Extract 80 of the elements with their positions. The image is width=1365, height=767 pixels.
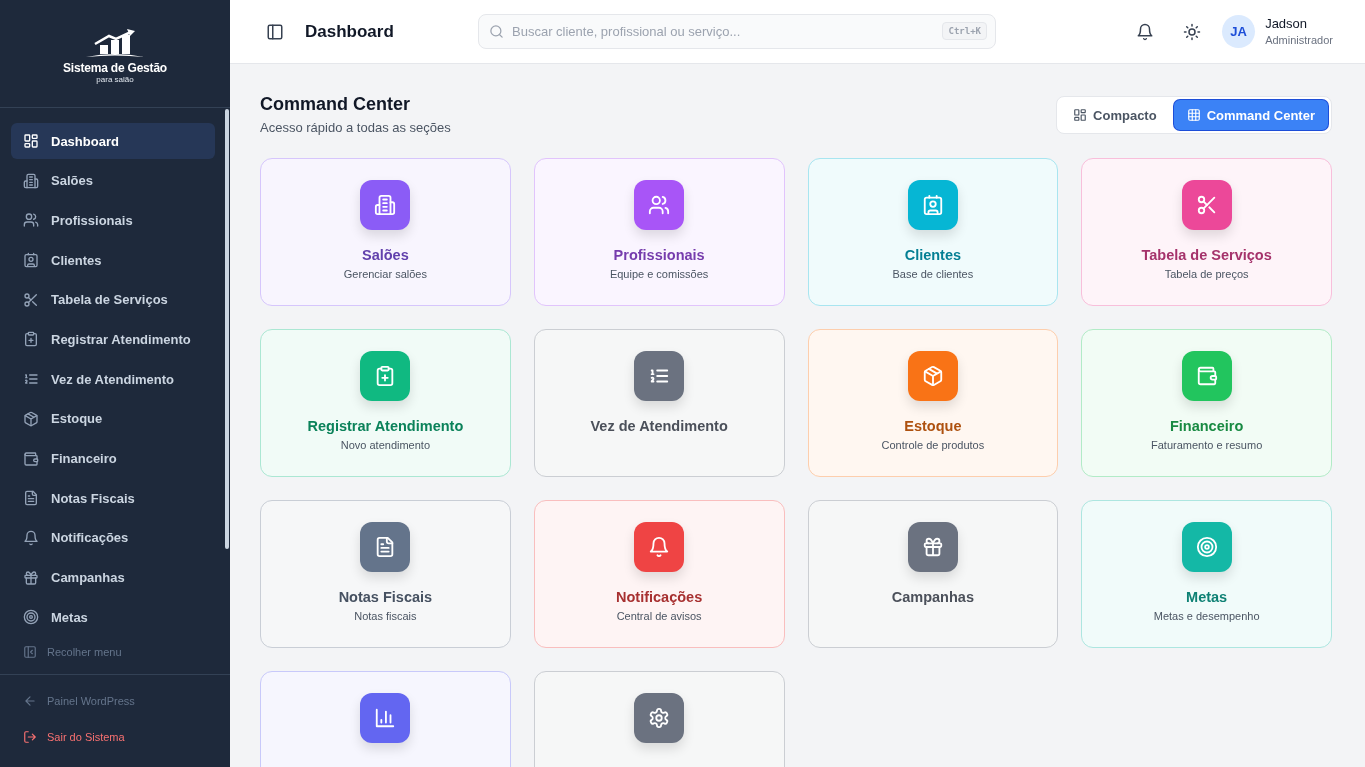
user-avatar[interactable]: JA xyxy=(1222,15,1256,48)
card-title: Vez de Atendimento xyxy=(590,418,728,434)
grid-icon xyxy=(1186,108,1201,122)
notifications-button[interactable] xyxy=(1136,22,1155,41)
wallet-icon xyxy=(23,450,39,467)
sidebar-item[interactable]: Metas xyxy=(11,599,215,636)
collapse-panel-icon xyxy=(23,645,37,660)
sidebar-item[interactable]: Vez de Atendimento xyxy=(11,361,215,398)
sidebar-item[interactable]: Campanhas xyxy=(11,559,215,596)
keyboard-shortcut: Ctrl+K xyxy=(942,22,987,40)
card-subtitle: Central de avisos xyxy=(616,610,702,622)
card-subtitle: Tabela de preços xyxy=(1164,268,1249,280)
theme-toggle-button[interactable] xyxy=(1183,22,1202,41)
page-title: Dashboard xyxy=(305,21,395,42)
logout-link[interactable]: Sair do Sistema xyxy=(23,726,230,749)
target-icon xyxy=(23,609,39,626)
card-title: Profissionais xyxy=(613,247,705,263)
view-toggle-tab[interactable]: Compacto xyxy=(1060,100,1170,130)
card-title: Notas Fiscais xyxy=(338,589,433,605)
app-subtitle: para salão xyxy=(96,75,134,84)
clipboard-plus-icon xyxy=(23,331,39,348)
sidebar-item[interactable]: Notas Fiscais xyxy=(11,480,215,517)
card-title: Campanhas xyxy=(891,589,974,605)
card-title: Tabela de Serviços xyxy=(1141,247,1272,263)
section-card[interactable]: Profissionais Equipe e comissões xyxy=(533,158,785,306)
sidebar-item[interactable]: Profissionais xyxy=(11,202,215,239)
section-card[interactable]: Clientes Base de clientes xyxy=(807,158,1059,306)
logout-icon xyxy=(23,730,37,745)
view-toggle-tab[interactable]: Command Center xyxy=(1173,100,1328,130)
section-card[interactable]: Metas Metas e desempenho xyxy=(1081,500,1332,648)
sidebar-item[interactable]: Estoque xyxy=(11,400,215,437)
card-subtitle: Controle de produtos xyxy=(881,439,985,451)
card-title: Notificações xyxy=(616,589,703,605)
section-card[interactable]: Notas Fiscais Notas fiscais xyxy=(260,500,511,648)
user-role: Administrador xyxy=(1265,32,1333,48)
building-icon xyxy=(23,172,39,189)
section-title: Command Center xyxy=(260,94,412,115)
card-title: Registrar Atendimento xyxy=(307,418,464,434)
card-subtitle: Novo atendimento xyxy=(340,439,430,451)
box-icon xyxy=(23,410,39,427)
card-subtitle: Notas fiscais xyxy=(354,610,417,622)
sidebar-item[interactable]: Registrar Atendimento xyxy=(11,321,215,358)
scrollbar[interactable] xyxy=(225,109,229,549)
card-title: Financeiro xyxy=(1169,418,1244,434)
users-icon xyxy=(23,212,39,229)
gift-icon xyxy=(23,569,39,586)
card-title: Salões xyxy=(362,247,409,263)
section-card[interactable]: Financeiro Faturamento e resumo xyxy=(1081,329,1332,477)
contact-card-icon xyxy=(23,252,39,269)
sidebar-item[interactable]: Financeiro xyxy=(11,440,215,477)
section-card[interactable]: Registrar Atendimento Novo atendimento xyxy=(260,329,511,477)
card-subtitle: Equipe e comissões xyxy=(609,268,709,280)
sidebar-item[interactable]: Salões xyxy=(11,162,215,199)
sidebar-toggle-button[interactable] xyxy=(266,22,284,41)
scissors-icon xyxy=(23,291,39,308)
section-card[interactable]: Campanhas xyxy=(807,500,1059,648)
section-card[interactable]: Salões Gerenciar salões xyxy=(260,158,511,306)
card-subtitle: Gerenciar salões xyxy=(343,268,427,280)
sidebar-item[interactable]: Tabela de Serviços xyxy=(11,281,215,318)
card-title: Metas xyxy=(1186,589,1228,605)
document-icon xyxy=(23,490,39,507)
section-card[interactable]: Estoque Controle de produtos xyxy=(807,329,1059,477)
section-card[interactable]: Notificações Central de avisos xyxy=(533,500,785,648)
dashboard-icon xyxy=(1073,108,1088,122)
sidebar-item[interactable]: Notificações xyxy=(11,519,215,556)
section-subtitle: Acesso rápido a todas as seções xyxy=(260,120,451,135)
card-subtitle: Metas e desempenho xyxy=(1153,610,1260,622)
card-title: Clientes xyxy=(904,247,962,263)
card-subtitle: Faturamento e resumo xyxy=(1151,439,1263,451)
dashboard-icon xyxy=(23,133,39,149)
section-card[interactable]: Vez de Atendimento xyxy=(533,329,785,477)
app-title: Sistema de Gestão xyxy=(63,61,167,75)
card-title: Estoque xyxy=(904,418,962,434)
sidebar-item[interactable]: Dashboard xyxy=(11,123,215,159)
search-icon xyxy=(489,24,504,39)
bell-icon xyxy=(23,529,39,546)
sidebar-item[interactable]: Clientes xyxy=(11,242,215,279)
user-name: Jadson xyxy=(1265,15,1309,32)
section-card[interactable]: Tabela de Serviços Tabela de preços xyxy=(1081,158,1332,306)
card-subtitle: Base de clientes xyxy=(892,268,974,280)
